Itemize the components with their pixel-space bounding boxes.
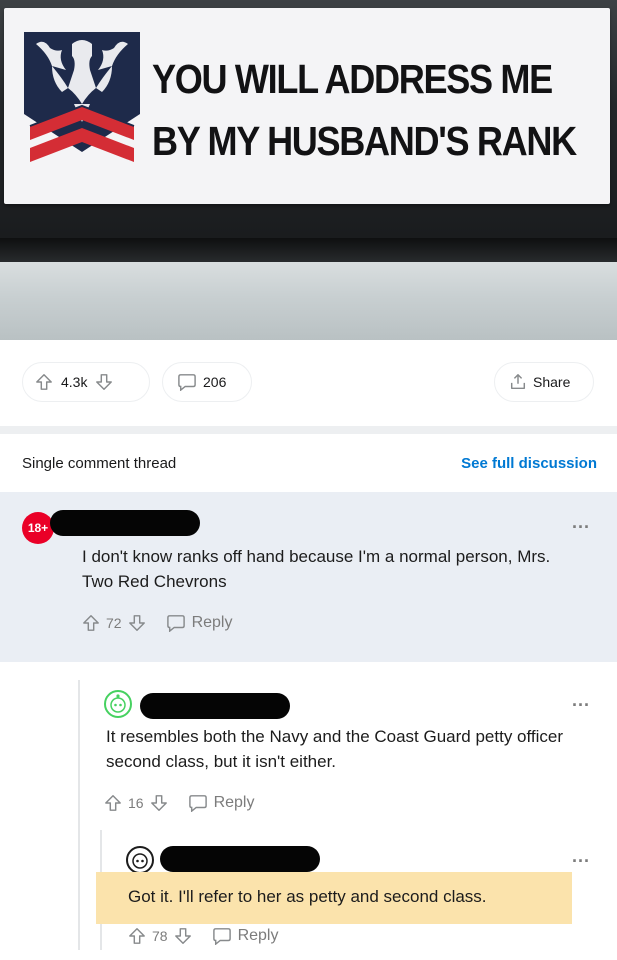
see-full-discussion-link[interactable]: See full discussion (461, 455, 597, 472)
sticker-text: YOU WILL ADDRESS ME BY MY HUSBAND'S RANK (152, 48, 577, 172)
downvote-icon[interactable] (174, 927, 192, 945)
share-icon (510, 374, 526, 390)
upvote-icon[interactable] (104, 794, 122, 812)
comment-body: It resembles both the Navy and the Coast… (106, 727, 564, 771)
comment-bubble-icon (178, 374, 196, 391)
redacted-username (160, 846, 320, 872)
user-avatar[interactable] (126, 846, 154, 874)
thread-header: Single comment thread See full discussio… (0, 434, 617, 492)
more-options-button[interactable]: ... (572, 846, 590, 867)
redacted-username (50, 510, 200, 536)
comment-count: 206 (203, 374, 227, 390)
more-options-button[interactable]: ... (572, 690, 590, 711)
thread-line (78, 680, 80, 950)
downvote-icon[interactable] (95, 373, 113, 391)
upvote-icon[interactable] (128, 927, 146, 945)
more-options-button[interactable]: ... (572, 512, 590, 533)
bumper-sticker: YOU WILL ADDRESS ME BY MY HUSBAND'S RANK (4, 8, 610, 204)
snoo-avatar-icon (132, 853, 148, 869)
vote-control: 4.3k (22, 362, 150, 402)
vote-count: 72 (106, 615, 122, 631)
window-trim (0, 238, 617, 264)
share-button[interactable]: Share (494, 362, 594, 402)
comment-body: I don't know ranks off hand because I'm … (82, 547, 551, 591)
downvote-icon[interactable] (150, 794, 168, 812)
upvote-icon[interactable] (35, 373, 53, 391)
post-action-bar: 4.3k 206 Share (0, 340, 617, 426)
nsfw-badge: 18+ (27, 521, 49, 535)
comment-actions: 78 Reply (128, 927, 278, 945)
vote-count: 16 (128, 795, 144, 811)
reply-label: Reply (237, 927, 279, 944)
reply-label: Reply (191, 614, 233, 631)
snoo-avatar-icon (110, 694, 126, 713)
reply-bubble-icon (188, 795, 207, 812)
reply-bubble-icon (166, 615, 185, 632)
comment-actions: 72 Reply (82, 614, 232, 632)
share-label: Share (533, 374, 571, 390)
reply-button[interactable]: Reply (166, 614, 233, 632)
downvote-icon[interactable] (128, 614, 146, 632)
reply-button[interactable]: Reply (212, 927, 279, 945)
section-divider (0, 426, 617, 434)
upvote-count: 4.3k (61, 374, 88, 390)
user-avatar[interactable] (104, 690, 132, 718)
upvote-icon[interactable] (82, 614, 100, 632)
eagle-chevrons-icon (24, 32, 140, 162)
comments-button[interactable]: 206 (162, 362, 252, 402)
reply-label: Reply (213, 794, 255, 811)
vote-count: 78 (152, 928, 168, 944)
redacted-username (140, 693, 290, 719)
comment-actions: 16 Reply (104, 794, 254, 812)
comment-body: Got it. I'll refer to her as petty and s… (128, 887, 487, 906)
sticker-line-2: BY MY HUSBAND'S RANK (152, 118, 577, 164)
car-body (0, 262, 617, 340)
reply-button[interactable]: Reply (188, 794, 255, 812)
user-avatar[interactable]: 18+ (22, 512, 54, 544)
thread-title: Single comment thread (22, 455, 177, 472)
post-image[interactable]: YOU WILL ADDRESS ME BY MY HUSBAND'S RANK (0, 0, 617, 340)
sticker-line-1: YOU WILL ADDRESS ME (152, 56, 553, 102)
reply-bubble-icon (212, 928, 231, 945)
